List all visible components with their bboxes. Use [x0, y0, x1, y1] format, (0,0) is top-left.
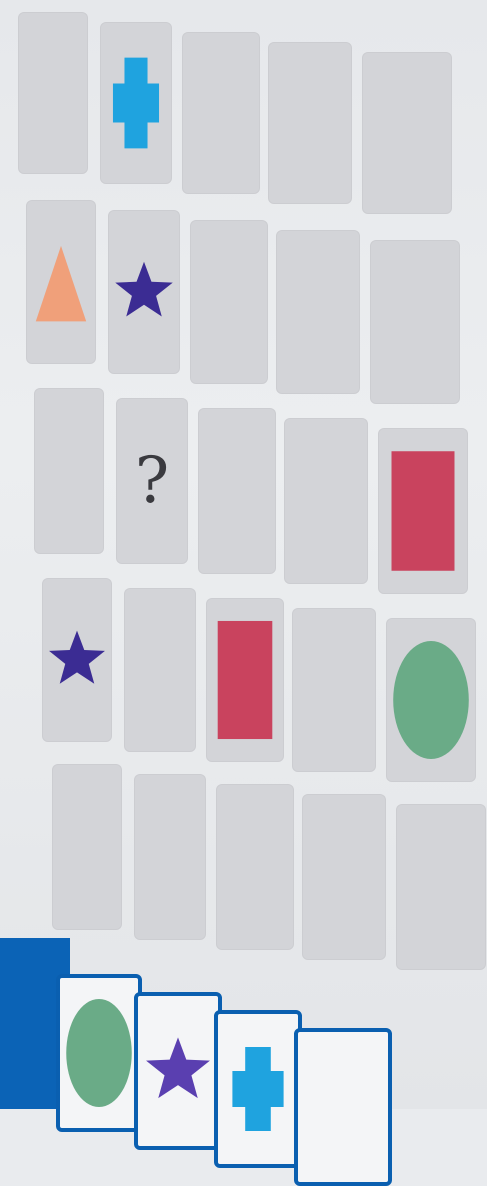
answer-option-4[interactable] [294, 1028, 392, 1186]
answer-option-1[interactable] [56, 974, 142, 1132]
cell-r2-c3[interactable] [284, 418, 368, 584]
cell-r2-c1[interactable]: ? [116, 398, 188, 564]
cell-r3-c4[interactable] [386, 618, 476, 782]
cross-icon [112, 57, 160, 149]
rectangle-icon [217, 620, 273, 740]
cell-r4-c0[interactable] [52, 764, 122, 930]
cell-r0-c1[interactable] [100, 22, 172, 184]
cell-r4-c2[interactable] [216, 784, 294, 950]
cell-r0-c2[interactable] [182, 32, 260, 194]
answer-tray [0, 938, 487, 1186]
cell-r0-c3[interactable] [268, 42, 352, 204]
star-icon [115, 261, 173, 317]
cell-r0-c0[interactable] [18, 12, 88, 174]
cell-r1-c4[interactable] [370, 240, 460, 404]
rectangle-icon [391, 451, 455, 571]
star-icon [146, 1037, 210, 1099]
cell-r4-c1[interactable] [134, 774, 206, 940]
cell-r0-c4[interactable] [362, 52, 452, 214]
cell-r1-c1[interactable] [108, 210, 180, 374]
triangle-icon [35, 245, 87, 322]
question-mark: ? [134, 444, 170, 518]
cell-r1-c3[interactable] [276, 230, 360, 394]
answer-option-2[interactable] [134, 992, 222, 1150]
circle-icon [393, 640, 469, 760]
cell-r2-c2[interactable] [198, 408, 276, 574]
cell-r1-c2[interactable] [190, 220, 268, 384]
answer-option-3[interactable] [214, 1010, 302, 1168]
cross-icon [232, 1047, 284, 1131]
cell-r1-c0[interactable] [26, 200, 96, 364]
cell-r3-c1[interactable] [124, 588, 196, 752]
cell-r2-c0[interactable] [34, 388, 104, 554]
cell-r3-c0[interactable] [42, 578, 112, 742]
cell-r2-c4[interactable] [378, 428, 468, 594]
cell-r4-c3[interactable] [302, 794, 386, 960]
cell-r3-c3[interactable] [292, 608, 376, 772]
circle-icon [66, 999, 132, 1107]
cell-r3-c2[interactable] [206, 598, 284, 762]
star-icon [49, 630, 105, 684]
